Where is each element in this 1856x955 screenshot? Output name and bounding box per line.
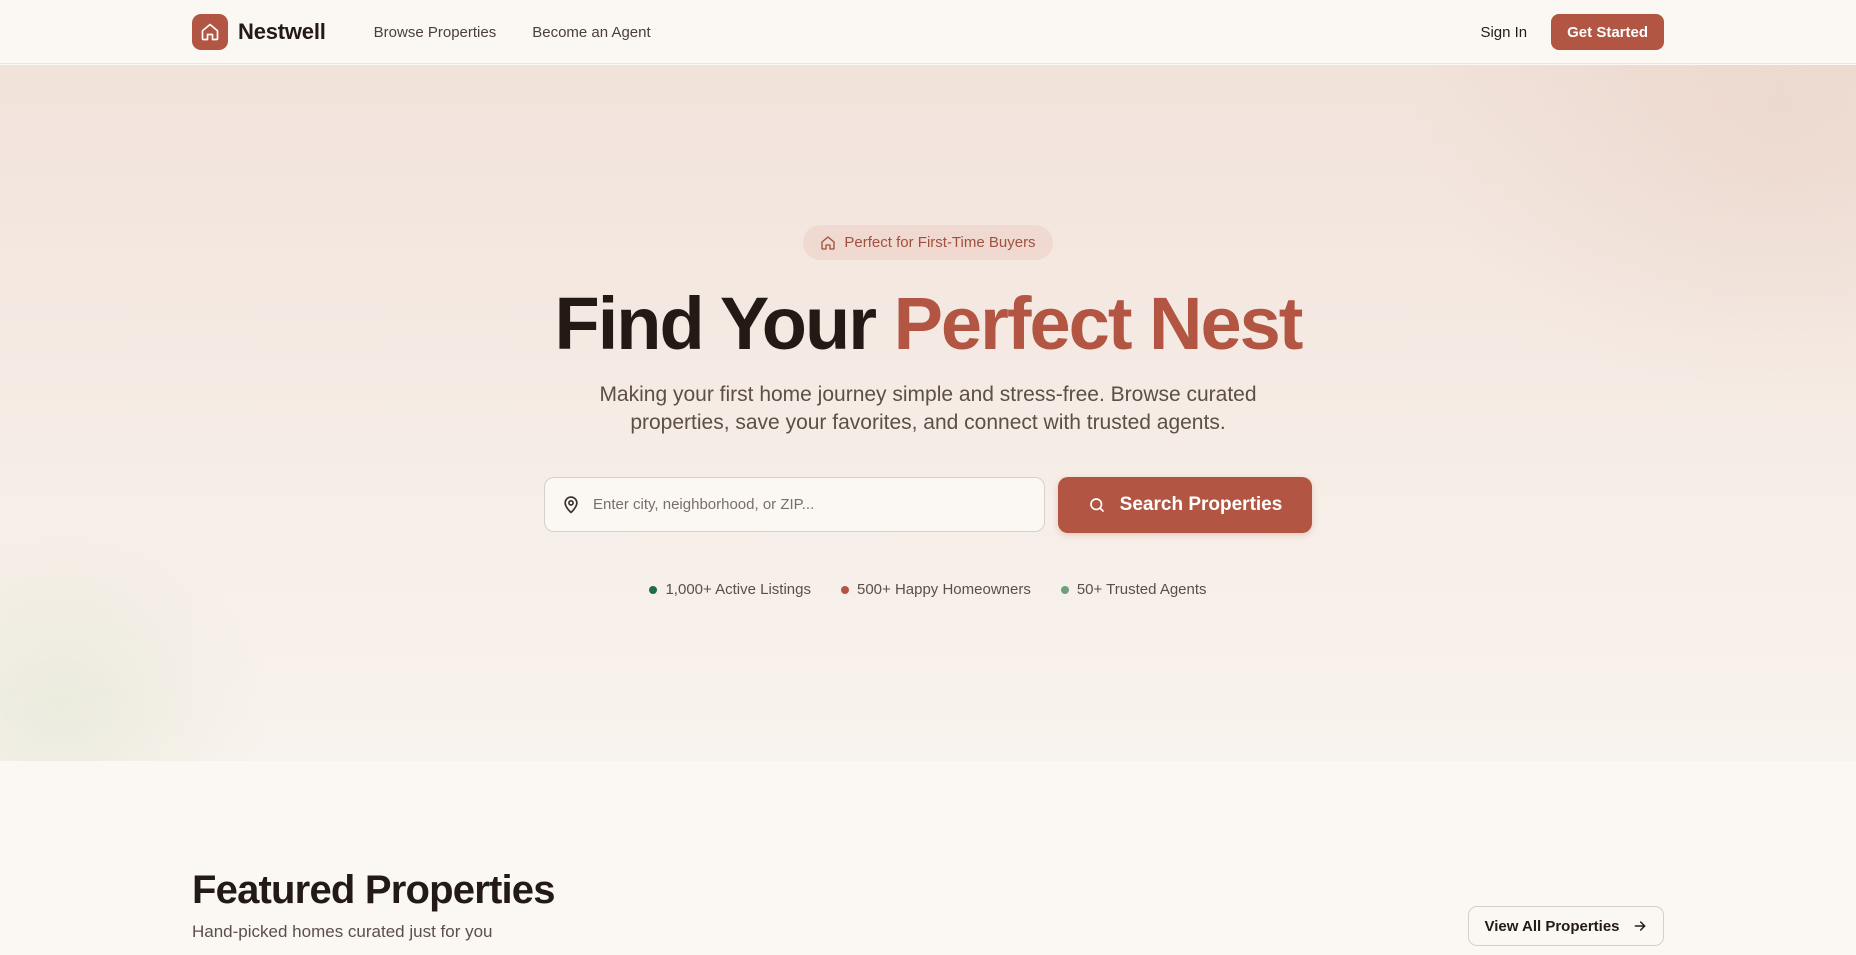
search-button-label: Search Properties [1119, 494, 1283, 515]
view-all-label: View All Properties [1484, 917, 1620, 935]
view-all-properties-button[interactable]: View All Properties [1468, 906, 1664, 946]
hero-stats: 1,000+ Active Listings 500+ Happy Homeow… [0, 581, 1856, 598]
search-properties-button[interactable]: Search Properties [1058, 477, 1312, 533]
location-search-field[interactable] [544, 477, 1045, 532]
sign-in-link[interactable]: Sign In [1480, 24, 1527, 41]
brand-logo[interactable]: Nestwell [192, 14, 326, 50]
stat-dot [840, 585, 849, 594]
nav-actions: Sign In Get Started [1480, 14, 1664, 50]
logo-badge [192, 14, 228, 50]
featured-properties-subtitle: Hand-picked homes curated just for you [192, 922, 493, 941]
home-icon [821, 235, 836, 250]
stat-dot [649, 585, 658, 594]
search-icon [1089, 498, 1104, 512]
stat-label: 1,000+ Active Listings [665, 581, 811, 598]
hero-title-plain: Find Your [554, 282, 877, 365]
get-started-button[interactable]: Get Started [1551, 14, 1664, 50]
first-time-buyers-badge: Perfect for First-Time Buyers [803, 225, 1053, 260]
map-pin-icon [564, 495, 578, 513]
home-icon [201, 23, 219, 41]
primary-nav: Browse Properties Become an Agent [374, 24, 651, 41]
stat-happy-homeowners: 500+ Happy Homeowners [840, 581, 1031, 598]
stat-trusted-agents: 50+ Trusted Agents [1060, 581, 1207, 598]
hero-section: Perfect for First-Time Buyers Find Your … [0, 65, 1856, 761]
nav-link-browse-properties[interactable]: Browse Properties [374, 24, 497, 41]
stat-label: 500+ Happy Homeowners [856, 581, 1031, 598]
stat-active-listings: 1,000+ Active Listings [649, 581, 811, 598]
arrow-right-icon [1634, 921, 1645, 931]
stat-label: 50+ Trusted Agents [1076, 581, 1207, 598]
hero-subtitle: Making your first home journey simple an… [599, 383, 1257, 434]
location-search-input[interactable] [593, 496, 1013, 513]
badge-text: Perfect for First-Time Buyers [844, 234, 1036, 251]
stat-dot [1060, 585, 1069, 594]
hero-title-accent: Perfect Nest [893, 282, 1304, 365]
navbar-inner: Nestwell Browse Properties Become an Age… [192, 0, 1664, 64]
brand-name: Nestwell [238, 19, 326, 44]
hero-title: Find Your Perfect Nest [0, 279, 1856, 369]
top-navbar: Nestwell Browse Properties Become an Age… [0, 0, 1856, 64]
featured-properties-title: Featured Properties [192, 868, 556, 912]
nav-link-become-agent[interactable]: Become an Agent [532, 24, 650, 41]
